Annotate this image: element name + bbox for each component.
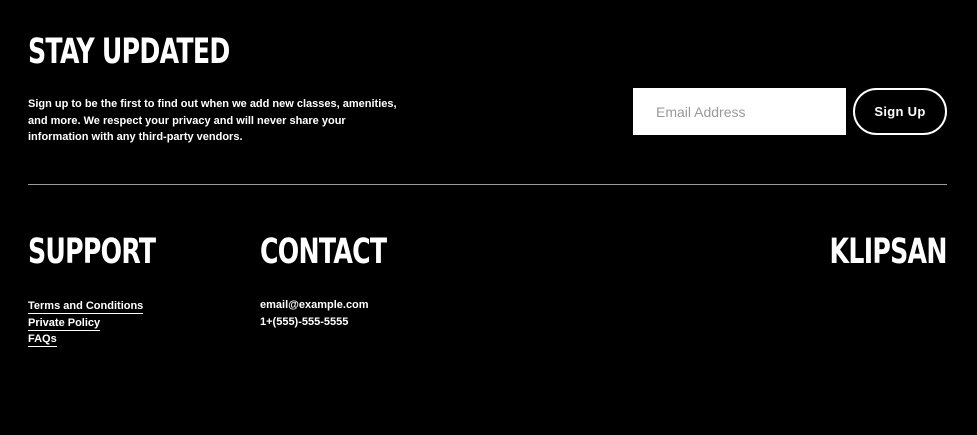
sign-up-button[interactable]: Sign Up — [853, 88, 947, 135]
contact-email: email@example.com — [260, 299, 369, 311]
divider — [28, 184, 947, 185]
contact-phone: 1+(555)-555-5555 — [260, 315, 349, 328]
list-item: Private Policy — [28, 314, 143, 331]
email-input[interactable] — [633, 88, 846, 135]
list-item: FAQs — [28, 330, 143, 347]
faqs-link[interactable]: FAQs — [28, 333, 57, 347]
support-title: SUPPORT — [28, 232, 156, 272]
terms-and-conditions-link[interactable]: Terms and Conditions — [28, 300, 144, 314]
list-item: Terms and Conditions — [28, 297, 144, 314]
contact-title: CONTACT — [260, 232, 387, 272]
newsletter-title: STAY UPDATED — [28, 32, 230, 72]
contact-details: email@example.com 1+(555)-555-5555 — [260, 297, 369, 330]
newsletter-description: Sign up to be the first to find out when… — [28, 98, 397, 143]
support-links: Terms and Conditions Private Policy FAQs — [28, 297, 144, 347]
brand-logo: KLIPSAN — [829, 232, 948, 272]
private-policy-link[interactable]: Private Policy — [28, 317, 101, 331]
